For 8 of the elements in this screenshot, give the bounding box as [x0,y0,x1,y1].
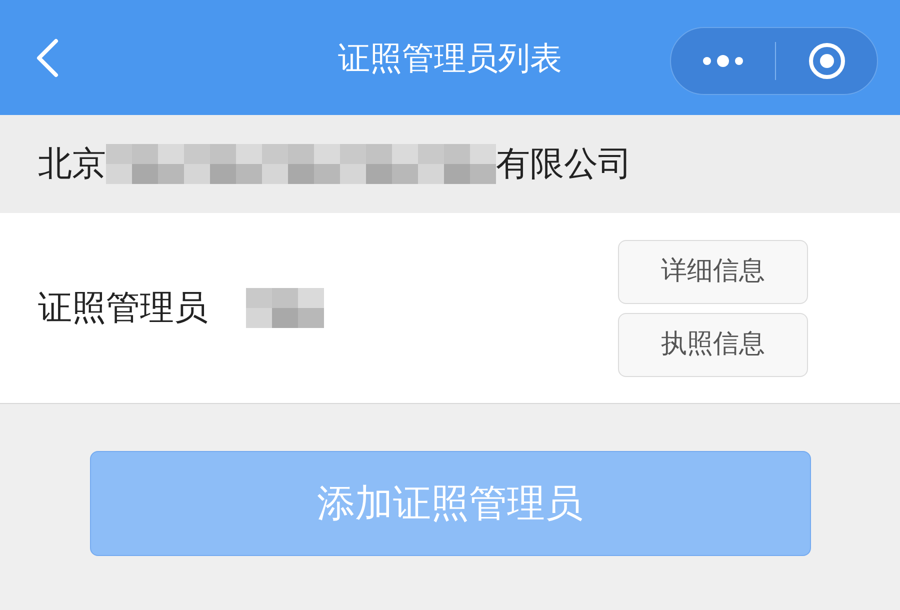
company-suffix: 有限公司 [496,142,632,186]
company-prefix: 北京 [38,142,106,186]
info-button[interactable]: 详细信息 [618,240,808,304]
admin-label: 证照管理员 [38,286,208,330]
target-icon [806,41,846,81]
page-title: 证照管理员列表 [338,38,562,78]
info-button[interactable]: 执照信息 [618,312,808,376]
more-dots-icon [701,55,745,67]
